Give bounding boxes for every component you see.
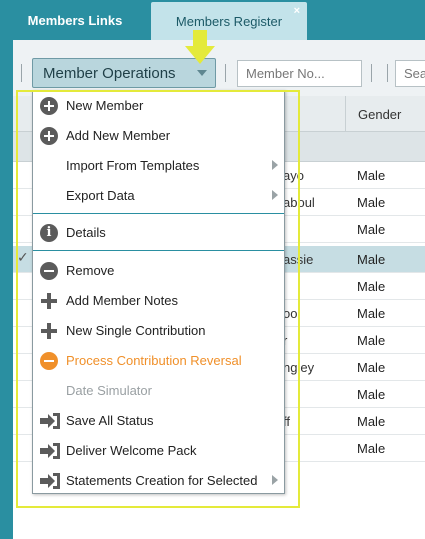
info-circle-icon: i	[40, 224, 58, 242]
menu-item-new-single-contribution[interactable]: New Single Contribution	[33, 316, 284, 346]
row-name: assie	[283, 252, 314, 267]
column-header-gender[interactable]: Gender	[345, 96, 425, 132]
row-checkbox[interactable]	[13, 189, 33, 215]
menu-item-export-data[interactable]: Export Data	[33, 181, 284, 211]
row-gender: Male	[357, 441, 386, 456]
menu-item-label: Date Simulator	[66, 383, 152, 398]
menu-item-label: Import From Templates	[66, 158, 200, 173]
member-no-input[interactable]: Member No...	[237, 60, 362, 87]
search-input[interactable]: Search	[395, 60, 425, 87]
menu-item-label: Save All Status	[66, 413, 154, 428]
row-gender: Male	[357, 414, 386, 429]
menu-item-label: New Member	[66, 98, 144, 113]
toolbar-separator	[371, 64, 372, 82]
menu-item-add-member-notes[interactable]: Add Member Notes	[33, 286, 284, 316]
row-gender: Male	[357, 168, 386, 183]
row-gender: Male	[357, 195, 386, 210]
menu-item-deliver-welcome-pack[interactable]: Deliver Welcome Pack	[33, 436, 284, 466]
menu-divider	[33, 213, 284, 214]
toolbar-separator	[225, 64, 226, 82]
row-gender: Male	[357, 360, 386, 375]
toolbar-separator	[387, 64, 388, 82]
menu-item-import-from-templates[interactable]: Import From Templates	[33, 151, 284, 181]
menu-item-process-contribution-reversal[interactable]: Process Contribution Reversal	[33, 346, 284, 376]
tab-members-links[interactable]: Members Links	[0, 0, 150, 40]
tab-members-register-label: Members Register	[175, 13, 283, 29]
row-gender: Male	[357, 333, 386, 348]
row-checkbox[interactable]	[13, 273, 33, 299]
row-checkbox[interactable]	[13, 216, 33, 242]
menu-item-save-all-status[interactable]: Save All Status	[33, 406, 284, 436]
minus-circle-icon	[40, 352, 58, 370]
tab-members-links-label: Members Links	[27, 12, 123, 28]
row-checkbox[interactable]	[13, 162, 33, 188]
menu-item-label: New Single Contribution	[66, 323, 206, 338]
row-name: ayo	[283, 168, 304, 183]
member-operations-menu: New Member Add New Member Import From Temp…	[32, 90, 285, 494]
menu-item-label: Export Data	[66, 188, 135, 203]
menu-item-date-simulator: Date Simulator	[33, 376, 284, 406]
member-operations-label: Member Operations	[43, 64, 176, 82]
menu-item-label: Process Contribution Reversal	[66, 353, 242, 368]
sign-in-icon	[40, 442, 60, 460]
plus-circle-icon	[40, 127, 58, 145]
row-gender: Male	[357, 306, 386, 321]
menu-item-new-member[interactable]: New Member	[33, 91, 284, 121]
member-no-placeholder: Member No...	[246, 66, 325, 81]
chevron-right-icon	[272, 475, 278, 485]
menu-item-remove[interactable]: Remove	[33, 256, 284, 286]
row-checkbox[interactable]	[13, 408, 33, 434]
menu-item-label: Add New Member	[66, 128, 171, 143]
close-icon[interactable]: ×	[294, 5, 300, 17]
search-placeholder: Search	[404, 66, 425, 81]
plus-icon	[40, 292, 58, 310]
row-checkbox[interactable]	[13, 381, 33, 407]
menu-item-label: Add Member Notes	[66, 293, 178, 308]
sign-in-icon	[40, 472, 60, 490]
row-checkbox[interactable]	[13, 354, 33, 380]
row-name: ngley	[283, 360, 315, 375]
row-checkbox[interactable]: ✓	[13, 246, 33, 272]
row-gender: Male	[357, 252, 386, 267]
menu-item-label: Deliver Welcome Pack	[66, 443, 197, 458]
row-gender: Male	[357, 222, 386, 237]
menu-item-label: Statements Creation for Selected	[66, 473, 258, 488]
row-gender: Male	[357, 387, 386, 402]
row-checkbox[interactable]	[13, 435, 33, 461]
sign-in-icon	[40, 412, 60, 430]
plus-icon	[40, 322, 58, 340]
row-checkbox[interactable]	[13, 300, 33, 326]
chevron-right-icon	[272, 190, 278, 200]
toolbar-separator	[21, 64, 22, 82]
minus-circle-icon	[40, 262, 58, 280]
chevron-right-icon	[272, 160, 278, 170]
row-checkbox[interactable]	[13, 327, 33, 353]
gender-header-label: Gender	[358, 106, 402, 122]
menu-divider	[33, 250, 284, 251]
menu-item-statements-creation-for-selected[interactable]: Statements Creation for Selected	[33, 466, 284, 496]
left-strip	[0, 40, 13, 539]
arrow-down-icon	[185, 30, 215, 64]
menu-item-details[interactable]: i Details	[33, 218, 284, 248]
tab-members-register[interactable]: Members Register ×	[151, 2, 307, 40]
chevron-down-icon	[197, 70, 207, 76]
menu-item-add-new-member[interactable]: Add New Member	[33, 121, 284, 151]
menu-item-label: Remove	[66, 263, 115, 278]
row-name: oo	[283, 306, 298, 321]
row-gender: Male	[357, 279, 386, 294]
menu-item-label: Details	[66, 225, 106, 240]
checkmark-icon: ✓	[17, 249, 29, 265]
plus-circle-icon	[40, 97, 58, 115]
row-name: aboul	[283, 195, 315, 210]
